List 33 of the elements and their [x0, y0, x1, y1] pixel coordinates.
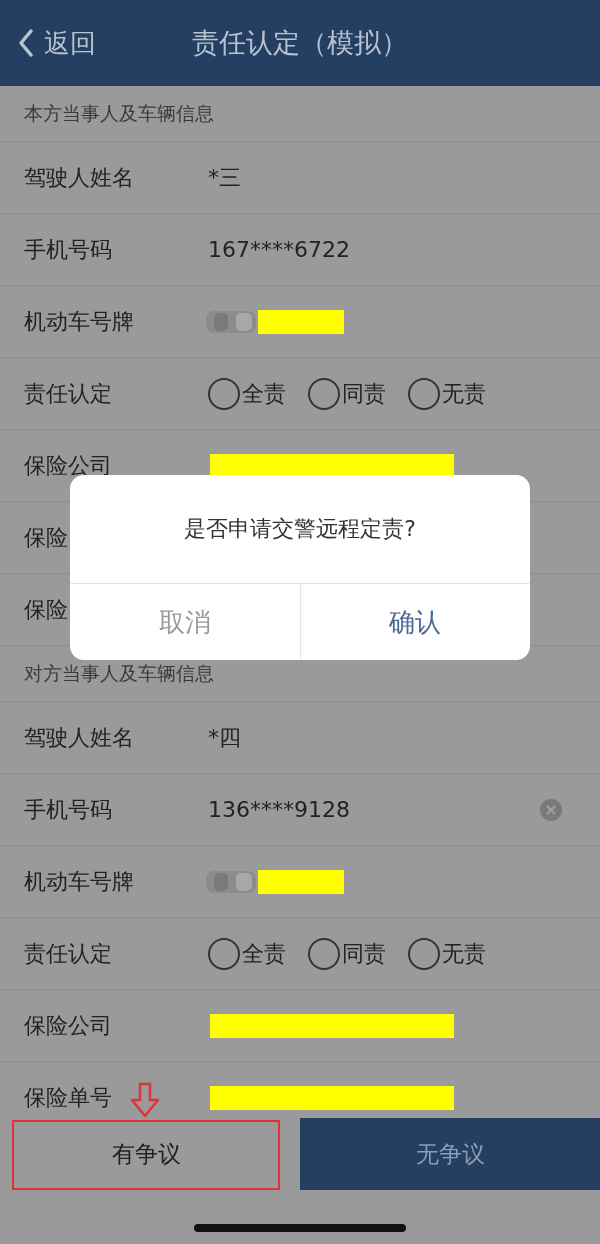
section-title: 本方当事人及车辆信息: [24, 100, 214, 126]
field-value: 136****9128: [208, 797, 350, 822]
clear-icon[interactable]: [540, 798, 562, 821]
field-label: 机动车号牌: [24, 868, 134, 894]
page-title: 责任认定（模拟）: [192, 26, 408, 60]
field-label: 驾驶人姓名: [24, 164, 134, 190]
field-label: 保险公司: [24, 1012, 112, 1038]
responsibility-radio[interactable]: 无责: [408, 937, 486, 970]
dialog-message: 是否申请交警远程定责?: [70, 475, 530, 584]
back-button[interactable]: 返回: [14, 21, 100, 65]
dialog-button[interactable]: 确认: [299, 584, 530, 660]
section-title: 对方当事人及车辆信息: [24, 660, 214, 686]
chevron-left-icon: [18, 29, 34, 57]
field-label: 驾驶人姓名: [24, 724, 134, 750]
field-label: 责任认定: [24, 940, 112, 966]
field-value: *三: [208, 163, 241, 192]
field-label: 保险: [24, 524, 68, 550]
responsibility-radio[interactable]: 全责: [208, 937, 286, 970]
field-label: 保险公司: [24, 452, 112, 478]
field-label: 手机号码: [24, 796, 112, 822]
field-value: 167****6722: [208, 237, 350, 262]
responsibility-radio[interactable]: 同责: [308, 377, 386, 410]
responsibility-radio[interactable]: 无责: [408, 377, 486, 410]
field-value: *四: [208, 723, 241, 752]
responsibility-radio[interactable]: 同责: [308, 937, 386, 970]
field-label: 保险单号: [24, 1084, 112, 1110]
down-arrow-icon: [130, 1082, 160, 1118]
responsibility-radio[interactable]: 全责: [208, 377, 286, 410]
field-label: 机动车号牌: [24, 308, 134, 334]
field-label: 保险: [24, 596, 68, 622]
field-label: 手机号码: [24, 236, 112, 262]
action-button[interactable]: 无争议: [300, 1118, 600, 1190]
field-label: 责任认定: [24, 380, 112, 406]
